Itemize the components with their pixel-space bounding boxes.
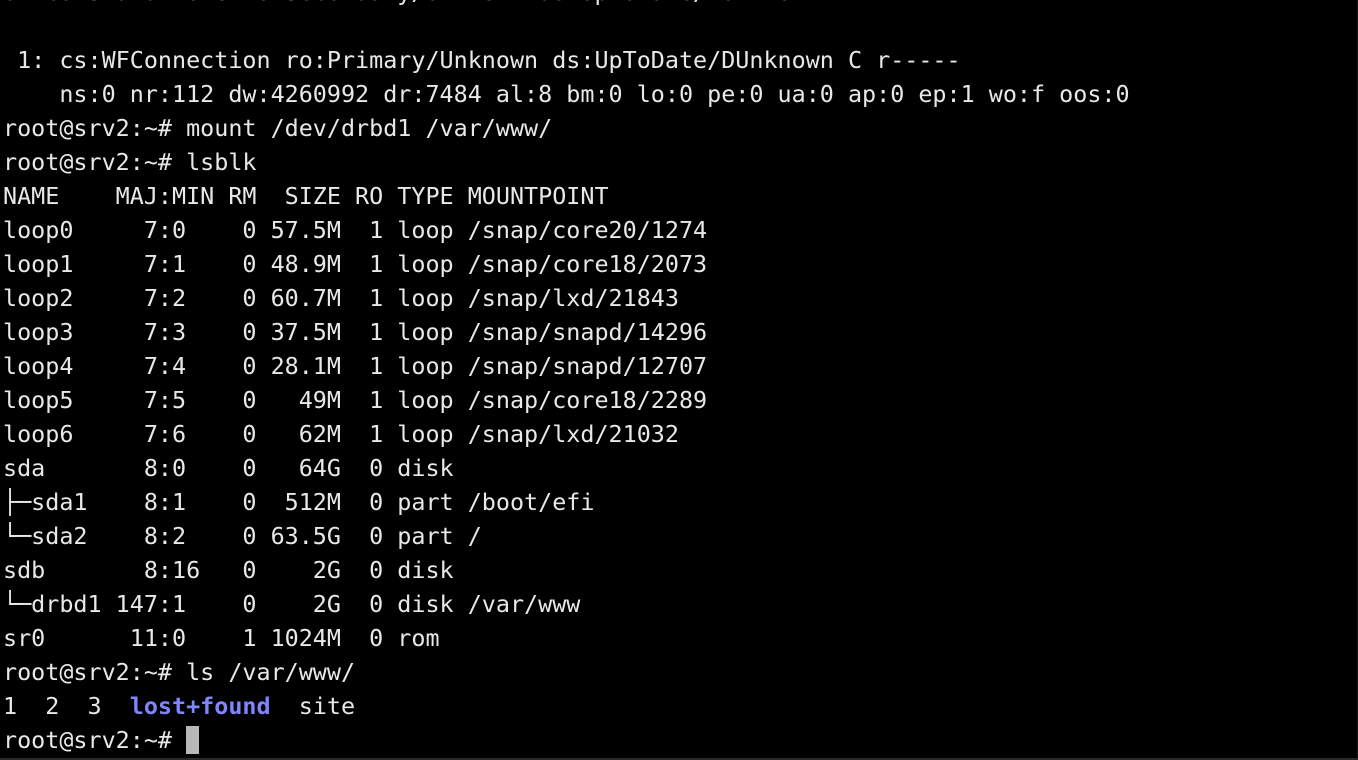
ls-directory-entry: lost+found — [129, 692, 271, 720]
terminal-window[interactable]: 0: cs:StandAlone ro:Secondary/Unknown ds… — [0, 0, 1358, 760]
lsblk-row: loop5 7:5 0 49M 1 loop /snap/core18/2289 — [3, 386, 708, 414]
prompt-line[interactable]: root@srv2:~# — [3, 723, 1357, 757]
lsblk-row: loop0 7:0 0 57.5M 1 loop /snap/core20/12… — [3, 216, 708, 244]
ls-output-line: 1 2 3 lost+found site — [3, 689, 1357, 723]
drbd-status-line-0: 0: cs:StandAlone ro:Secondary/Unknown ds… — [3, 0, 1357, 9]
lsblk-row: sdb 8:16 0 2G 0 disk — [3, 556, 454, 584]
cursor-block[interactable] — [186, 726, 200, 754]
lsblk-row: └─sda2 8:2 0 63.5G 0 part / — [3, 522, 482, 550]
command-lsblk: root@srv2:~# lsblk — [3, 148, 257, 176]
ls-files-suffix: site — [270, 692, 356, 720]
lsblk-row: loop1 7:1 0 48.9M 1 loop /snap/core18/20… — [3, 250, 708, 278]
lsblk-header: NAME MAJ:MIN RM SIZE RO TYPE MOUNTPOINT — [3, 182, 609, 210]
terminal-output: 0: cs:StandAlone ro:Secondary/Unknown ds… — [3, 0, 1357, 757]
lsblk-row: sr0 11:0 1 1024M 0 rom — [3, 624, 440, 652]
drbd-stats-line: ns:0 nr:112 dw:4260992 dr:7484 al:8 bm:0… — [3, 80, 1130, 108]
lsblk-row: loop3 7:3 0 37.5M 1 loop /snap/snapd/142… — [3, 318, 708, 346]
drbd-status-line-1: 1: cs:WFConnection ro:Primary/Unknown ds… — [3, 46, 961, 74]
ls-files-prefix: 1 2 3 — [3, 692, 130, 720]
command-mount: root@srv2:~# mount /dev/drbd1 /var/www/ — [3, 114, 553, 142]
lsblk-row: loop6 7:6 0 62M 1 loop /snap/lxd/21032 — [3, 420, 679, 448]
lsblk-row: └─drbd1 147:1 0 2G 0 disk /var/www — [3, 590, 581, 618]
lsblk-row: ├─sda1 8:1 0 512M 0 part /boot/efi — [3, 488, 595, 516]
lsblk-row: loop2 7:2 0 60.7M 1 loop /snap/lxd/21843 — [3, 284, 679, 312]
shell-prompt: root@srv2:~# — [3, 726, 187, 754]
lsblk-row: loop4 7:4 0 28.1M 1 loop /snap/snapd/127… — [3, 352, 708, 380]
command-ls: root@srv2:~# ls /var/www/ — [3, 658, 356, 686]
lsblk-row: sda 8:0 0 64G 0 disk — [3, 454, 454, 482]
